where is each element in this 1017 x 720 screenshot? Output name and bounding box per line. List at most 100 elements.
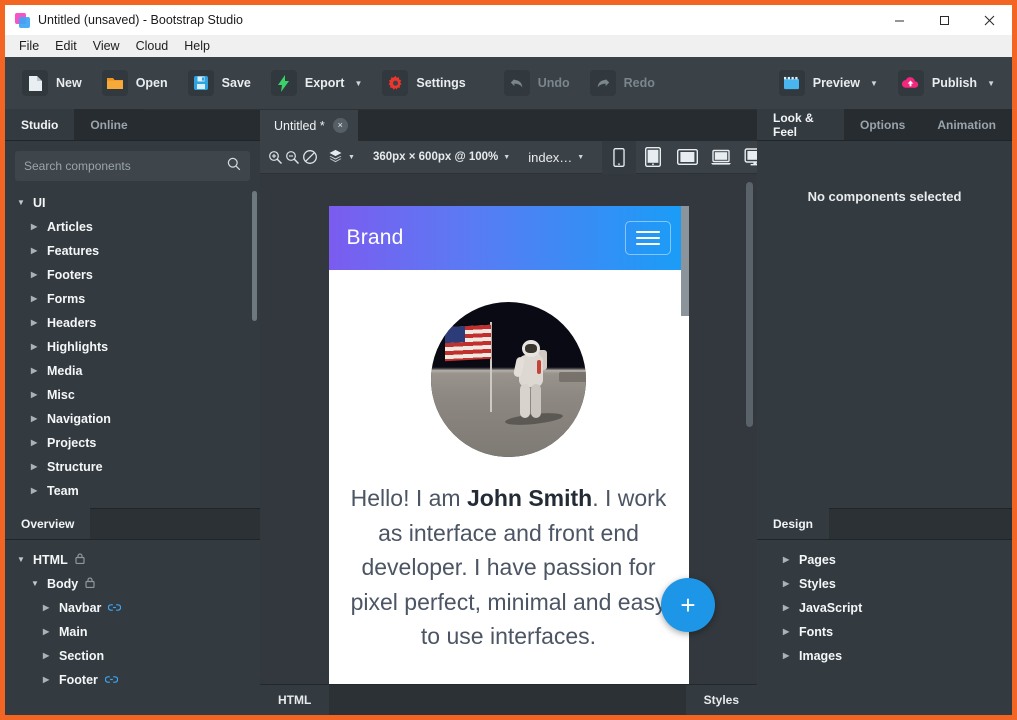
html-panel-button[interactable]: HTML — [260, 685, 330, 715]
design-item-pages[interactable]: ▶ Pages — [757, 548, 1012, 572]
tree-item-forms[interactable]: ▶ Forms — [5, 287, 260, 311]
redo-button[interactable]: Redo — [581, 64, 664, 102]
chevron-right-icon[interactable]: ▶ — [31, 295, 40, 303]
tab-studio[interactable]: Studio — [5, 109, 75, 140]
preview-inner-scrollbar[interactable] — [680, 206, 689, 316]
menu-cloud[interactable]: Cloud — [128, 37, 177, 55]
menu-help[interactable]: Help — [176, 37, 218, 55]
preview-button[interactable]: Preview ▼ — [770, 64, 887, 102]
zoom-out-button[interactable] — [285, 144, 300, 170]
device-tablet-landscape-button[interactable] — [670, 141, 704, 174]
new-button[interactable]: New — [13, 64, 91, 102]
chevron-right-icon[interactable]: ▶ — [31, 487, 40, 495]
settings-button[interactable]: Settings — [373, 64, 474, 102]
chevron-down-icon[interactable]: ▼ — [17, 556, 26, 564]
chevron-right-icon[interactable]: ▶ — [31, 343, 40, 351]
device-preview-frame[interactable]: Brand Hello! I am John Smith. I work as … — [328, 206, 689, 684]
chevron-right-icon[interactable]: ▶ — [43, 652, 52, 660]
tab-animation[interactable]: Animation — [921, 109, 1012, 140]
chevron-right-icon[interactable]: ▶ — [783, 652, 792, 660]
chevron-right-icon[interactable]: ▶ — [31, 439, 40, 447]
chevron-right-icon[interactable]: ▶ — [31, 415, 40, 423]
styles-panel-button[interactable]: Styles — [685, 685, 757, 715]
tree-item-media[interactable]: ▶ Media — [5, 359, 260, 383]
design-item-images[interactable]: ▶ Images — [757, 644, 1012, 668]
overview-item-section[interactable]: ▶ Section — [5, 644, 260, 668]
components-scrollbar[interactable] — [252, 191, 257, 321]
hamburger-icon[interactable] — [624, 221, 671, 255]
tab-online[interactable]: Online — [74, 109, 144, 140]
tree-item-misc[interactable]: ▶ Misc — [5, 383, 260, 407]
search-box[interactable] — [15, 151, 250, 181]
preview-navbar[interactable]: Brand — [328, 206, 689, 270]
tree-item-projects[interactable]: ▶ Projects — [5, 431, 260, 455]
chevron-right-icon[interactable]: ▶ — [43, 604, 52, 612]
chevron-right-icon[interactable]: ▶ — [783, 628, 792, 636]
export-button[interactable]: Export ▼ — [262, 64, 372, 102]
overview-item-footer[interactable]: ▶ Footer — [5, 668, 260, 692]
design-item-javascript[interactable]: ▶ JavaScript — [757, 596, 1012, 620]
chevron-down-icon[interactable]: ▼ — [17, 199, 26, 207]
tree-item-highlights[interactable]: ▶ Highlights — [5, 335, 260, 359]
tab-options[interactable]: Options — [844, 109, 922, 140]
zoom-in-button[interactable] — [268, 144, 283, 170]
undo-button[interactable]: Undo — [495, 64, 579, 102]
overview-item-main[interactable]: ▶ Main — [5, 620, 260, 644]
tree-item-articles[interactable]: ▶ Articles — [5, 215, 260, 239]
chevron-right-icon[interactable]: ▶ — [31, 463, 40, 471]
viewport-size-dropdown[interactable]: 360px × 600px @ 100% ▼ — [365, 147, 518, 167]
canvas-viewport[interactable]: Brand Hello! I am John Smith. I work as … — [260, 174, 757, 684]
publish-button[interactable]: Publish ▼ — [889, 64, 1004, 102]
tree-item-navigation[interactable]: ▶ Navigation — [5, 407, 260, 431]
tree-item-features[interactable]: ▶ Features — [5, 239, 260, 263]
chevron-down-icon[interactable]: ▼ — [31, 580, 40, 588]
device-phone-button[interactable] — [602, 140, 637, 174]
tab-design[interactable]: Design — [757, 508, 830, 539]
open-button[interactable]: Open — [93, 64, 177, 102]
chevron-right-icon[interactable]: ▶ — [31, 391, 40, 399]
disable-styles-button[interactable] — [302, 144, 318, 170]
canvas-scrollbar[interactable] — [746, 182, 753, 427]
page-selector-dropdown[interactable]: index… ▼ — [520, 146, 592, 169]
tree-item-headers[interactable]: ▶ Headers — [5, 311, 260, 335]
overview-item-html[interactable]: ▼ HTML — [5, 548, 260, 572]
design-item-fonts[interactable]: ▶ Fonts — [757, 620, 1012, 644]
close-button[interactable] — [967, 5, 1012, 35]
menu-file[interactable]: File — [11, 37, 47, 55]
chevron-right-icon[interactable]: ▶ — [31, 319, 40, 327]
preview-brand[interactable]: Brand — [347, 226, 404, 250]
overview-item-body[interactable]: ▼ Body — [5, 572, 260, 596]
layers-button[interactable]: ▼ — [320, 145, 363, 170]
tab-overview[interactable]: Overview — [5, 508, 91, 539]
tree-item-footers[interactable]: ▶ Footers — [5, 263, 260, 287]
chevron-right-icon[interactable]: ▶ — [31, 247, 40, 255]
close-icon[interactable]: × — [332, 118, 348, 133]
tree-item-structure[interactable]: ▶ Structure — [5, 455, 260, 479]
search-icon[interactable] — [227, 157, 241, 176]
chevron-right-icon[interactable]: ▶ — [31, 223, 40, 231]
device-laptop-button[interactable] — [704, 141, 738, 174]
tab-look-and-feel[interactable]: Look & Feel — [757, 109, 844, 140]
tree-item-ui[interactable]: ▼ UI — [5, 191, 260, 215]
menu-view[interactable]: View — [85, 37, 128, 55]
chevron-right-icon[interactable]: ▶ — [43, 628, 52, 636]
maximize-button[interactable] — [922, 5, 967, 35]
chevron-right-icon[interactable]: ▶ — [783, 556, 792, 564]
chevron-right-icon[interactable]: ▶ — [31, 271, 40, 279]
avatar[interactable] — [431, 302, 586, 457]
preview-intro-text[interactable]: Hello! I am John Smith. I work as interf… — [329, 481, 689, 654]
tree-item-team[interactable]: ▶ Team — [5, 479, 260, 503]
minimize-button[interactable] — [877, 5, 922, 35]
chevron-right-icon[interactable]: ▶ — [31, 367, 40, 375]
overview-item-navbar[interactable]: ▶ Navbar — [5, 596, 260, 620]
chevron-right-icon[interactable]: ▶ — [43, 676, 52, 684]
search-input[interactable] — [24, 159, 221, 173]
add-component-fab[interactable]: + — [661, 578, 715, 632]
chevron-right-icon[interactable]: ▶ — [783, 604, 792, 612]
editor-tab-untitled[interactable]: Untitled * × — [260, 110, 358, 141]
design-item-styles[interactable]: ▶ Styles — [757, 572, 1012, 596]
device-tablet-portrait-button[interactable] — [636, 141, 670, 174]
chevron-right-icon[interactable]: ▶ — [783, 580, 792, 588]
save-button[interactable]: Save — [179, 64, 260, 102]
menu-edit[interactable]: Edit — [47, 37, 85, 55]
